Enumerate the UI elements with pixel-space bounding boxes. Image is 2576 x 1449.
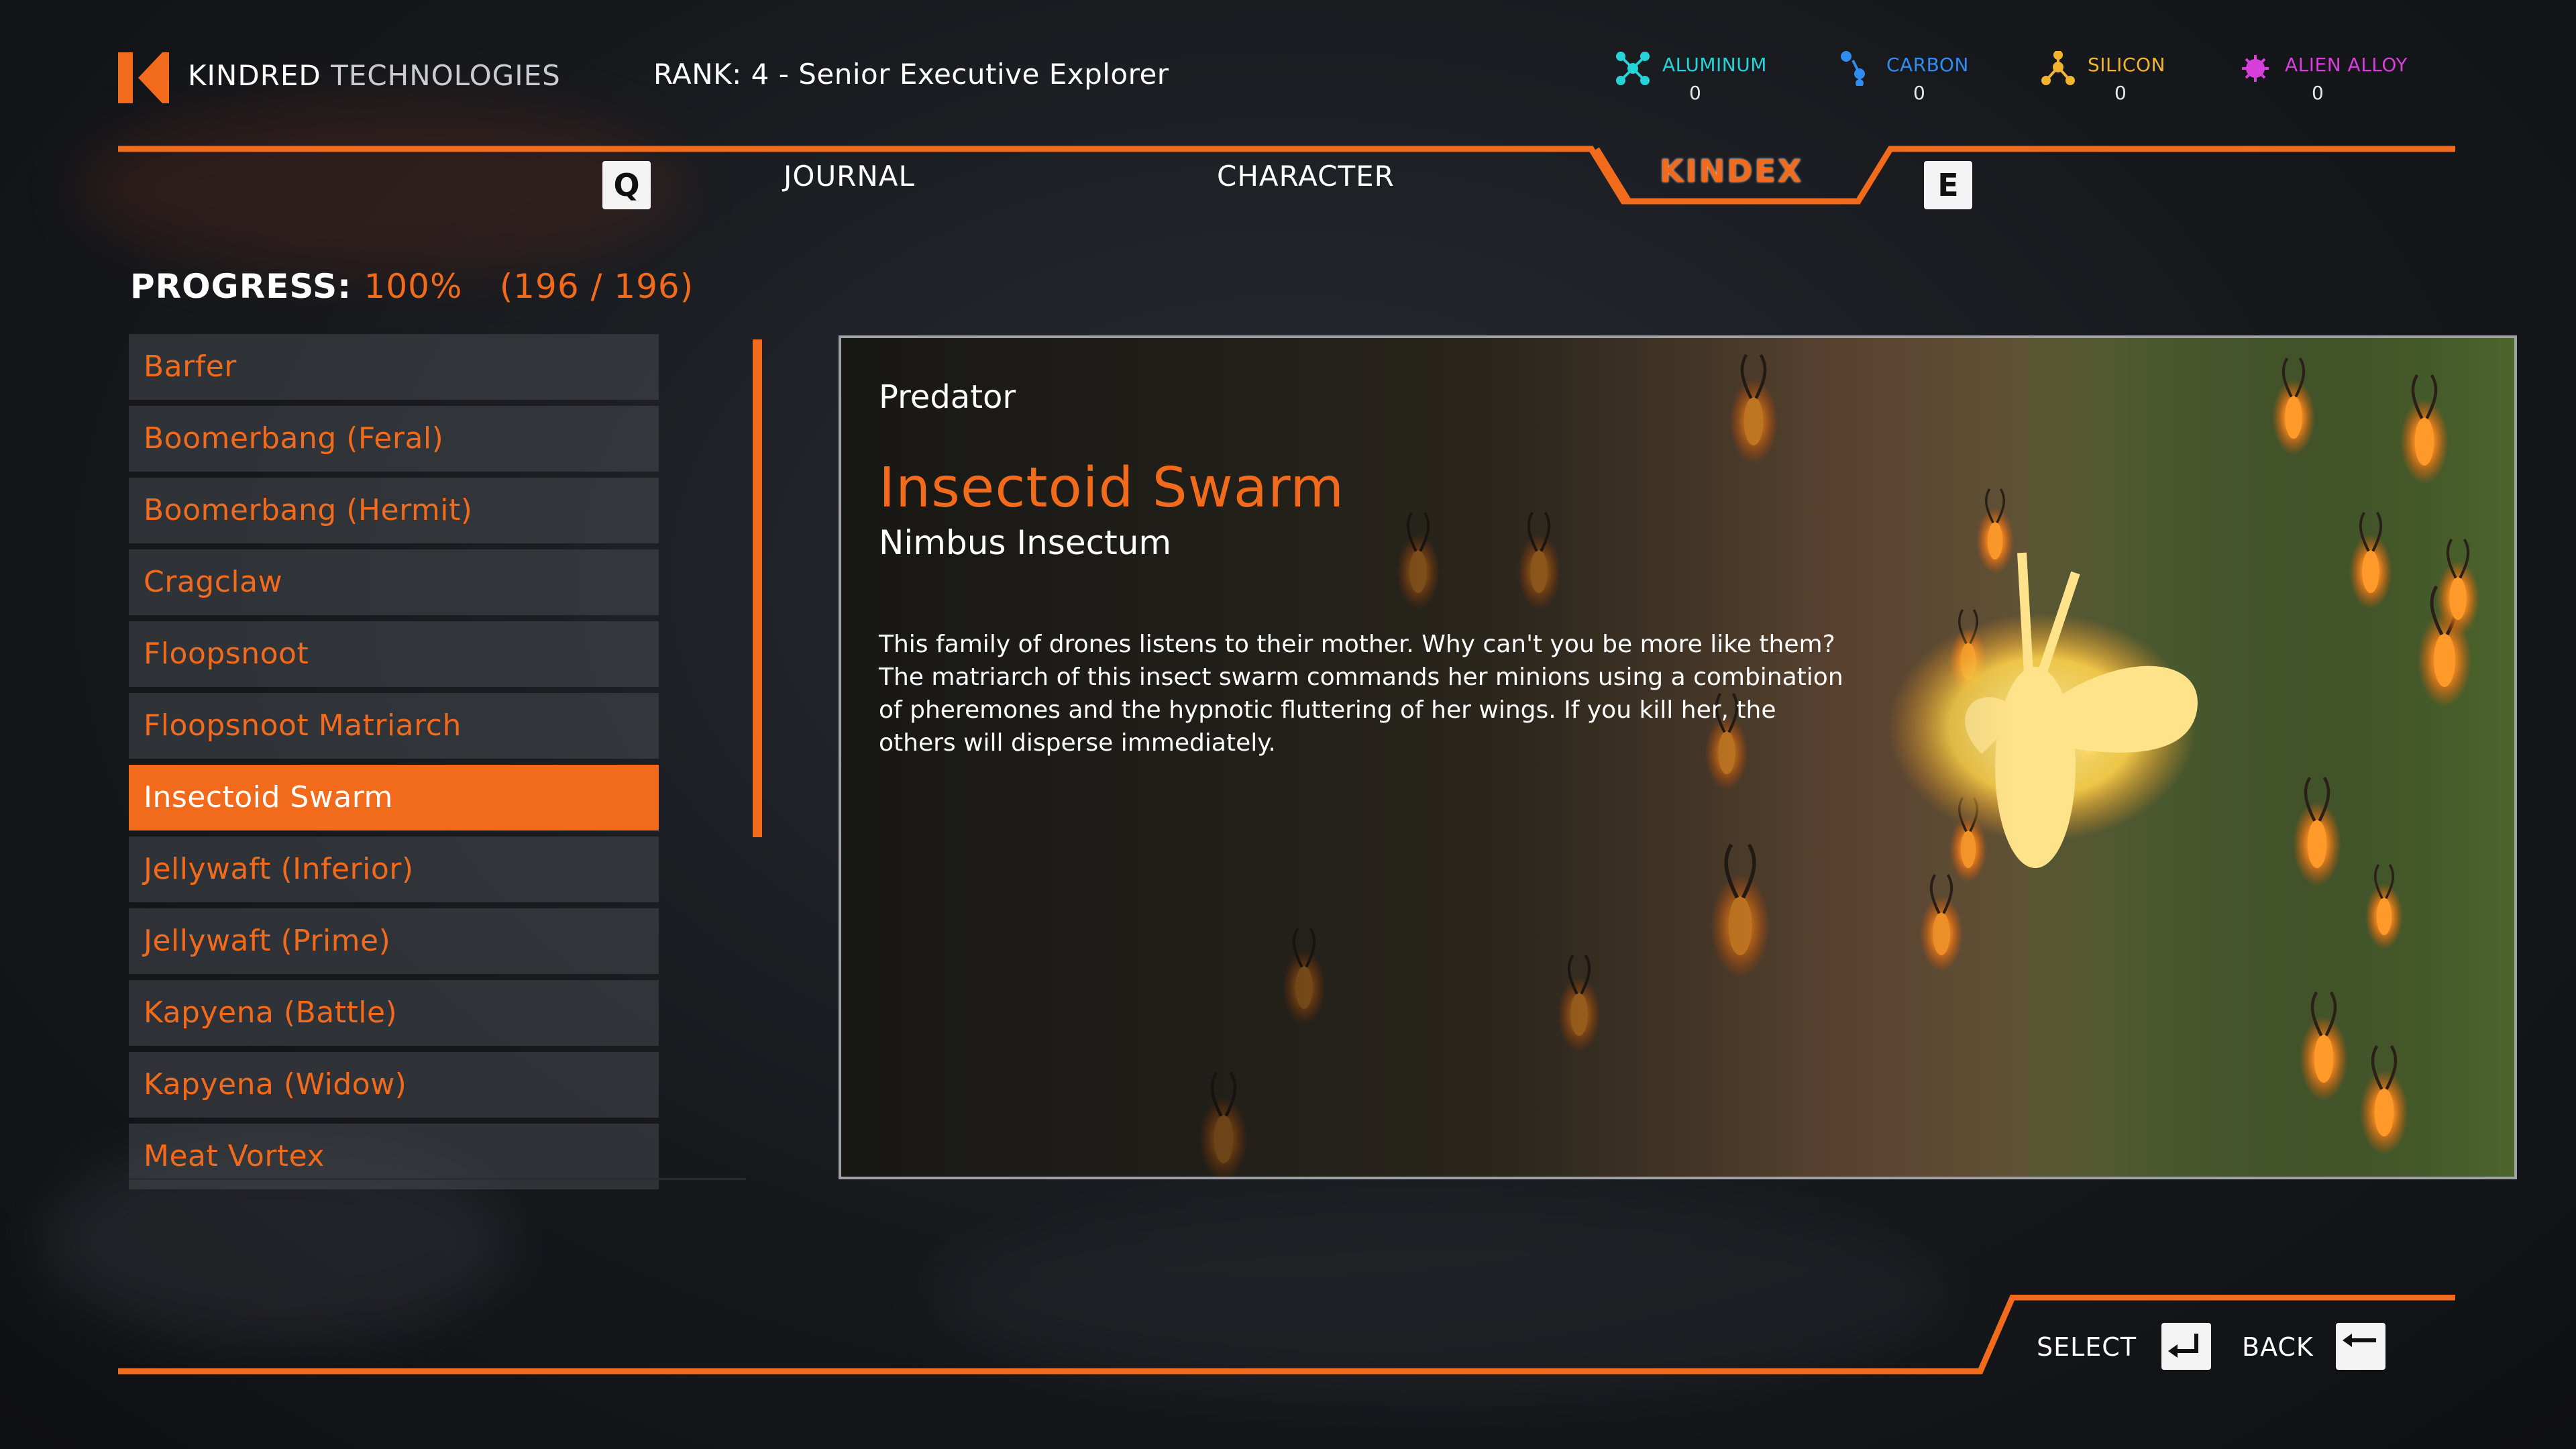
- brand-primary: KINDRED: [188, 59, 321, 92]
- resource-carbon: CARBON 0: [1839, 47, 2041, 114]
- player-rank: RANK: 4 - Senior Executive Explorer: [653, 58, 1169, 91]
- resource-aluminum: ALUMINUM 0: [1615, 47, 1817, 114]
- list-item[interactable]: Cragclaw: [129, 549, 659, 615]
- select-label: SELECT: [2037, 1332, 2137, 1362]
- resource-silicon: SILICON 0: [2041, 47, 2242, 114]
- list-item[interactable]: Kapyena (Battle): [129, 980, 659, 1046]
- list-item[interactable]: Insectoid Swarm: [129, 765, 659, 830]
- enter-key-icon: [2168, 1334, 2198, 1358]
- resource-alien-alloy: ALIEN ALLOY 0: [2238, 47, 2439, 114]
- entry-detail-panel: Predator Insectoid Swarm Nimbus Insectum…: [839, 335, 2517, 1179]
- progress-count: (196 / 196): [499, 267, 694, 306]
- alien-alloy-icon: [2242, 55, 2269, 82]
- entry-description: This family of drones listens to their m…: [879, 631, 1843, 757]
- tab-character[interactable]: CHARACTER: [1217, 160, 1395, 193]
- carbon-icon: [1841, 51, 1865, 86]
- backspace-key-icon: [2343, 1334, 2376, 1347]
- progress-percent: 100%: [364, 267, 463, 306]
- brand-name: KINDRED TECHNOLOGIES: [188, 59, 561, 92]
- list-item[interactable]: Boomerbang (Feral): [129, 406, 659, 472]
- list-item[interactable]: Jellywaft (Inferior): [129, 837, 659, 902]
- resource-value: 0: [2312, 82, 2324, 104]
- next-tab-key[interactable]: E: [1924, 161, 1972, 209]
- brand-secondary: TECHNOLOGIES: [331, 59, 561, 92]
- back-button[interactable]: [2336, 1323, 2385, 1370]
- aluminum-icon: [1616, 52, 1650, 85]
- list-scrollbar[interactable]: [753, 339, 762, 837]
- entry-scientific-name: Nimbus Insectum: [879, 523, 1172, 562]
- select-button[interactable]: [2161, 1323, 2211, 1370]
- list-item[interactable]: Jellywaft (Prime): [129, 908, 659, 974]
- list-divider: [129, 1178, 746, 1180]
- resource-value: 0: [2114, 82, 2127, 104]
- progress-readout: PROGRESS: 100% (196 / 196): [130, 267, 694, 306]
- resource-value: 0: [1913, 82, 1925, 104]
- tab-journal[interactable]: JOURNAL: [784, 160, 915, 193]
- list-item[interactable]: Floopsnoot: [129, 621, 659, 687]
- entry-title: Insectoid Swarm: [879, 456, 1345, 520]
- kindred-logo-icon: [118, 52, 169, 103]
- list-item[interactable]: Kapyena (Widow): [129, 1052, 659, 1118]
- back-label: BACK: [2242, 1332, 2314, 1362]
- prev-tab-key[interactable]: Q: [602, 161, 651, 209]
- list-item[interactable]: Barfer: [129, 334, 659, 400]
- silicon-icon: [2041, 51, 2075, 85]
- resource-name: SILICON: [2088, 54, 2165, 76]
- resource-name: ALIEN ALLOY: [2285, 54, 2408, 76]
- tab-kindex[interactable]: KINDEX: [1660, 153, 1803, 189]
- resource-name: CARBON: [1886, 54, 1969, 76]
- resource-value: 0: [1689, 82, 1701, 104]
- progress-label: PROGRESS:: [130, 267, 352, 306]
- creature-list[interactable]: Barfer Boomerbang (Feral) Boomerbang (Herm…: [129, 334, 659, 1189]
- list-item[interactable]: Floopsnoot Matriarch: [129, 693, 659, 759]
- resource-name: ALUMINUM: [1662, 54, 1767, 76]
- list-item[interactable]: Boomerbang (Hermit): [129, 478, 659, 543]
- entry-category: Predator: [879, 378, 1016, 416]
